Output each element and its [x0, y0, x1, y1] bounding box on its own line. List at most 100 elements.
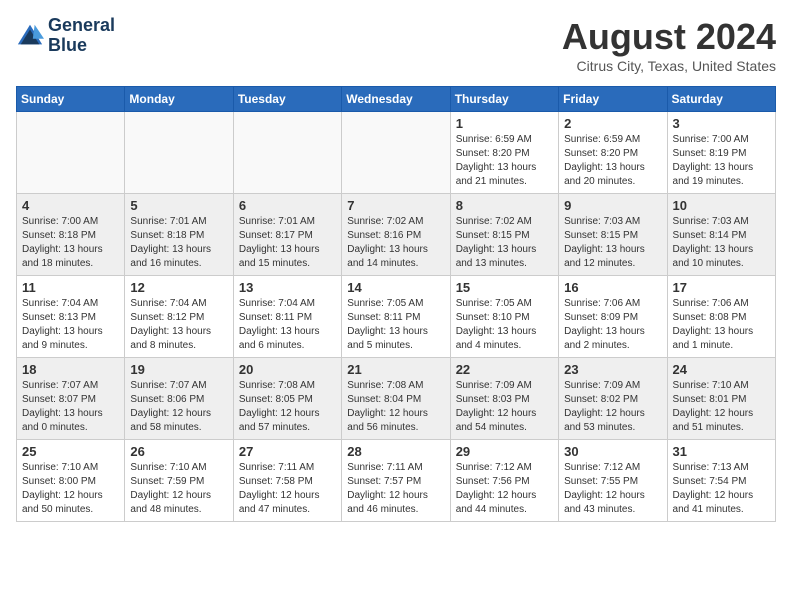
calendar-cell: 5 Sunrise: 7:01 AMSunset: 8:18 PMDaylight…: [125, 194, 233, 276]
calendar-cell: 4 Sunrise: 7:00 AMSunset: 8:18 PMDaylight…: [17, 194, 125, 276]
day-number: 26: [130, 444, 227, 459]
weekday-header: Monday: [125, 87, 233, 112]
day-number: 23: [564, 362, 661, 377]
calendar-cell: [233, 112, 341, 194]
day-info: Sunrise: 7:04 AMSunset: 8:12 PMDaylight:…: [130, 297, 227, 353]
page-header: General Blue August 2024 Citrus City, Te…: [16, 16, 776, 74]
day-info: Sunrise: 7:04 AMSunset: 8:13 PMDaylight:…: [22, 297, 119, 353]
calendar-cell: 31Sunrise: 7:13 AMSunset: 7:54 PMDayligh…: [667, 440, 775, 522]
calendar-cell: 10Sunrise: 7:03 AMSunset: 8:14 PMDayligh…: [667, 194, 775, 276]
day-info: Sunrise: 7:12 AMSunset: 7:56 PMDaylight:…: [456, 461, 553, 517]
calendar-cell: 16Sunrise: 7:06 AMSunset: 8:09 PMDayligh…: [559, 276, 667, 358]
calendar-cell: 24 Sunrise: 7:10 AMSunset: 8:01 PMDayligh…: [667, 358, 775, 440]
calendar-cell: 11 Sunrise: 7:04 AMSunset: 8:13 PMDayligh…: [17, 276, 125, 358]
day-number: 7: [347, 198, 444, 213]
day-info: Sunrise: 7:01 AMSunset: 8:18 PMDaylight:…: [130, 215, 227, 271]
day-info: Sunrise: 7:01 AMSunset: 8:17 PMDaylight:…: [239, 215, 336, 271]
calendar-cell: 3 Sunrise: 7:00 AMSunset: 8:19 PMDaylight…: [667, 112, 775, 194]
logo: General Blue: [16, 16, 115, 56]
calendar-cell: 15Sunrise: 7:05 AMSunset: 8:10 PMDayligh…: [450, 276, 558, 358]
day-info: Sunrise: 7:00 AMSunset: 8:18 PMDaylight:…: [22, 215, 119, 271]
calendar-cell: 26 Sunrise: 7:10 AMSunset: 7:59 PMDayligh…: [125, 440, 233, 522]
logo-text: General Blue: [48, 16, 115, 56]
calendar-cell: 2Sunrise: 6:59 AMSunset: 8:20 PMDaylight…: [559, 112, 667, 194]
calendar-row: 1 Sunrise: 6:59 AMSunset: 8:20 PMDaylight…: [17, 112, 776, 194]
weekday-header: Saturday: [667, 87, 775, 112]
day-number: 4: [22, 198, 119, 213]
weekday-header: Thursday: [450, 87, 558, 112]
calendar-cell: [17, 112, 125, 194]
calendar-cell: 21Sunrise: 7:08 AMSunset: 8:04 PMDayligh…: [342, 358, 450, 440]
calendar-cell: 7 Sunrise: 7:02 AMSunset: 8:16 PMDaylight…: [342, 194, 450, 276]
day-number: 16: [564, 280, 661, 295]
calendar-cell: 13 Sunrise: 7:04 AMSunset: 8:11 PMDayligh…: [233, 276, 341, 358]
month-year: August 2024: [562, 16, 776, 58]
calendar-row: 11 Sunrise: 7:04 AMSunset: 8:13 PMDayligh…: [17, 276, 776, 358]
day-info: Sunrise: 6:59 AMSunset: 8:20 PMDaylight:…: [456, 133, 553, 189]
day-info: Sunrise: 7:10 AMSunset: 8:00 PMDaylight:…: [22, 461, 119, 517]
day-number: 9: [564, 198, 661, 213]
title-block: August 2024 Citrus City, Texas, United S…: [562, 16, 776, 74]
day-info: Sunrise: 7:05 AMSunset: 8:11 PMDaylight:…: [347, 297, 444, 353]
weekday-header: Friday: [559, 87, 667, 112]
calendar-cell: 22 Sunrise: 7:09 AMSunset: 8:03 PMDayligh…: [450, 358, 558, 440]
day-info: Sunrise: 7:07 AMSunset: 8:06 PMDaylight:…: [130, 379, 227, 435]
day-number: 11: [22, 280, 119, 295]
day-info: Sunrise: 7:11 AMSunset: 7:57 PMDaylight:…: [347, 461, 444, 517]
calendar-cell: 20 Sunrise: 7:08 AMSunset: 8:05 PMDayligh…: [233, 358, 341, 440]
day-number: 13: [239, 280, 336, 295]
calendar-row: 4 Sunrise: 7:00 AMSunset: 8:18 PMDaylight…: [17, 194, 776, 276]
day-info: Sunrise: 7:03 AMSunset: 8:14 PMDaylight:…: [673, 215, 770, 271]
day-info: Sunrise: 7:02 AMSunset: 8:15 PMDaylight:…: [456, 215, 553, 271]
calendar-cell: 8 Sunrise: 7:02 AMSunset: 8:15 PMDaylight…: [450, 194, 558, 276]
day-info: Sunrise: 7:00 AMSunset: 8:19 PMDaylight:…: [673, 133, 770, 189]
calendar-cell: [342, 112, 450, 194]
day-number: 8: [456, 198, 553, 213]
day-number: 24: [673, 362, 770, 377]
day-info: Sunrise: 7:10 AMSunset: 7:59 PMDaylight:…: [130, 461, 227, 517]
day-info: Sunrise: 7:09 AMSunset: 8:02 PMDaylight:…: [564, 379, 661, 435]
day-number: 15: [456, 280, 553, 295]
day-number: 25: [22, 444, 119, 459]
calendar-cell: 30Sunrise: 7:12 AMSunset: 7:55 PMDayligh…: [559, 440, 667, 522]
day-number: 3: [673, 116, 770, 131]
weekday-header: Tuesday: [233, 87, 341, 112]
day-info: Sunrise: 7:07 AMSunset: 8:07 PMDaylight:…: [22, 379, 119, 435]
day-number: 12: [130, 280, 227, 295]
calendar-table: SundayMondayTuesdayWednesdayThursdayFrid…: [16, 86, 776, 522]
calendar-cell: 12 Sunrise: 7:04 AMSunset: 8:12 PMDayligh…: [125, 276, 233, 358]
calendar-cell: 18Sunrise: 7:07 AMSunset: 8:07 PMDayligh…: [17, 358, 125, 440]
day-info: Sunrise: 7:13 AMSunset: 7:54 PMDaylight:…: [673, 461, 770, 517]
day-info: Sunrise: 7:10 AMSunset: 8:01 PMDaylight:…: [673, 379, 770, 435]
weekday-header: Sunday: [17, 87, 125, 112]
day-number: 6: [239, 198, 336, 213]
day-info: Sunrise: 7:08 AMSunset: 8:05 PMDaylight:…: [239, 379, 336, 435]
calendar-cell: 25 Sunrise: 7:10 AMSunset: 8:00 PMDayligh…: [17, 440, 125, 522]
day-number: 1: [456, 116, 553, 131]
calendar-cell: 28 Sunrise: 7:11 AMSunset: 7:57 PMDayligh…: [342, 440, 450, 522]
day-info: Sunrise: 7:03 AMSunset: 8:15 PMDaylight:…: [564, 215, 661, 271]
day-number: 22: [456, 362, 553, 377]
day-number: 5: [130, 198, 227, 213]
weekday-header-row: SundayMondayTuesdayWednesdayThursdayFrid…: [17, 87, 776, 112]
calendar-cell: 17Sunrise: 7:06 AMSunset: 8:08 PMDayligh…: [667, 276, 775, 358]
day-info: Sunrise: 7:04 AMSunset: 8:11 PMDaylight:…: [239, 297, 336, 353]
day-info: Sunrise: 7:09 AMSunset: 8:03 PMDaylight:…: [456, 379, 553, 435]
day-number: 27: [239, 444, 336, 459]
calendar-cell: 1 Sunrise: 6:59 AMSunset: 8:20 PMDaylight…: [450, 112, 558, 194]
calendar-cell: 23 Sunrise: 7:09 AMSunset: 8:02 PMDayligh…: [559, 358, 667, 440]
day-number: 20: [239, 362, 336, 377]
day-number: 21: [347, 362, 444, 377]
day-number: 29: [456, 444, 553, 459]
day-number: 2: [564, 116, 661, 131]
day-number: 19: [130, 362, 227, 377]
calendar-row: 25 Sunrise: 7:10 AMSunset: 8:00 PMDayligh…: [17, 440, 776, 522]
day-number: 17: [673, 280, 770, 295]
calendar-cell: 29 Sunrise: 7:12 AMSunset: 7:56 PMDayligh…: [450, 440, 558, 522]
day-number: 28: [347, 444, 444, 459]
day-info: Sunrise: 7:02 AMSunset: 8:16 PMDaylight:…: [347, 215, 444, 271]
day-info: Sunrise: 7:12 AMSunset: 7:55 PMDaylight:…: [564, 461, 661, 517]
day-info: Sunrise: 7:11 AMSunset: 7:58 PMDaylight:…: [239, 461, 336, 517]
weekday-header: Wednesday: [342, 87, 450, 112]
calendar-cell: [125, 112, 233, 194]
